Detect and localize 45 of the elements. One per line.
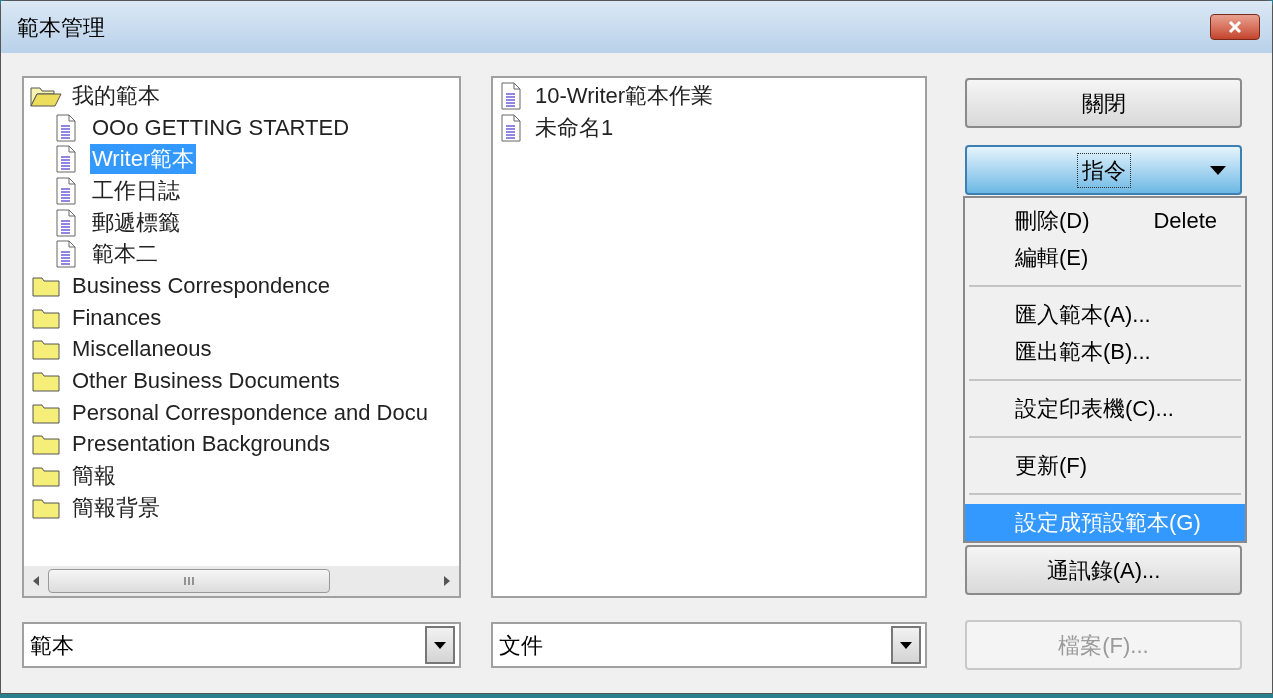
template-item[interactable]: OOo GETTING STARTED (90, 112, 352, 143)
template-item[interactable]: 工作日誌 (90, 175, 182, 206)
folder-item[interactable]: Business Correspondence (70, 270, 333, 301)
menu-item[interactable]: 匯入範本(A)... (965, 296, 1245, 333)
window-title: 範本管理 (17, 13, 105, 42)
menu-item[interactable]: 更新(F) (965, 447, 1245, 484)
dialog-button[interactable]: 通訊錄(A)... (965, 545, 1242, 595)
template-item[interactable]: 10-Writer範本作業 (533, 79, 716, 113)
folder-item[interactable]: 我的範本 (70, 80, 162, 111)
document-icon (56, 113, 76, 142)
close-button[interactable] (1210, 14, 1260, 40)
template-item[interactable]: 郵遞標籤 (90, 207, 182, 238)
grip-icon (183, 576, 195, 586)
shortcut-label: Delete (1153, 207, 1217, 235)
menu-item-label: 刪除(D) (1015, 207, 1090, 235)
document-type-dropdown[interactable]: 文件 (491, 622, 927, 668)
commands-menu-button[interactable]: 指令 (965, 145, 1242, 195)
document-icon (56, 176, 76, 205)
template-item[interactable]: 範本二 (90, 239, 160, 270)
dropdown-arrow-icon (1210, 166, 1226, 175)
menu-item[interactable]: 編輯(E) (965, 239, 1245, 276)
folder-item[interactable]: Personal Correspondence and Docu (70, 397, 430, 428)
folder-item[interactable]: 簡報背景 (70, 492, 162, 523)
dropdown-arrow-icon (434, 641, 446, 649)
folder-item[interactable]: Miscellaneous (70, 334, 214, 365)
menu-item[interactable]: 設定印表機(C)... (965, 390, 1245, 427)
document-icon (501, 113, 521, 142)
template-item[interactable]: 未命名1 (533, 111, 616, 145)
folder-item[interactable]: Finances (70, 302, 164, 333)
menu-item[interactable]: 匯出範本(B)... (965, 333, 1245, 370)
category-dropdown[interactable]: 範本 (22, 622, 461, 668)
scroll-left-icon[interactable] (32, 575, 40, 587)
folder-item[interactable]: 簡報 (70, 461, 118, 492)
close-icon (1228, 20, 1242, 34)
folder-item[interactable]: Presentation Backgrounds (70, 429, 333, 460)
menu-item[interactable]: 刪除(D) Delete (965, 202, 1245, 239)
dropdown-arrow-icon (900, 641, 912, 649)
dialog-button[interactable]: 關閉 (965, 78, 1242, 128)
scroll-thumb[interactable] (48, 569, 330, 593)
document-icon (56, 240, 76, 269)
scroll-right-icon[interactable] (443, 575, 451, 587)
document-icon (56, 145, 76, 174)
folder-item[interactable]: Other Business Documents (70, 366, 342, 397)
document-icon (501, 81, 521, 110)
document-icon (56, 208, 76, 237)
